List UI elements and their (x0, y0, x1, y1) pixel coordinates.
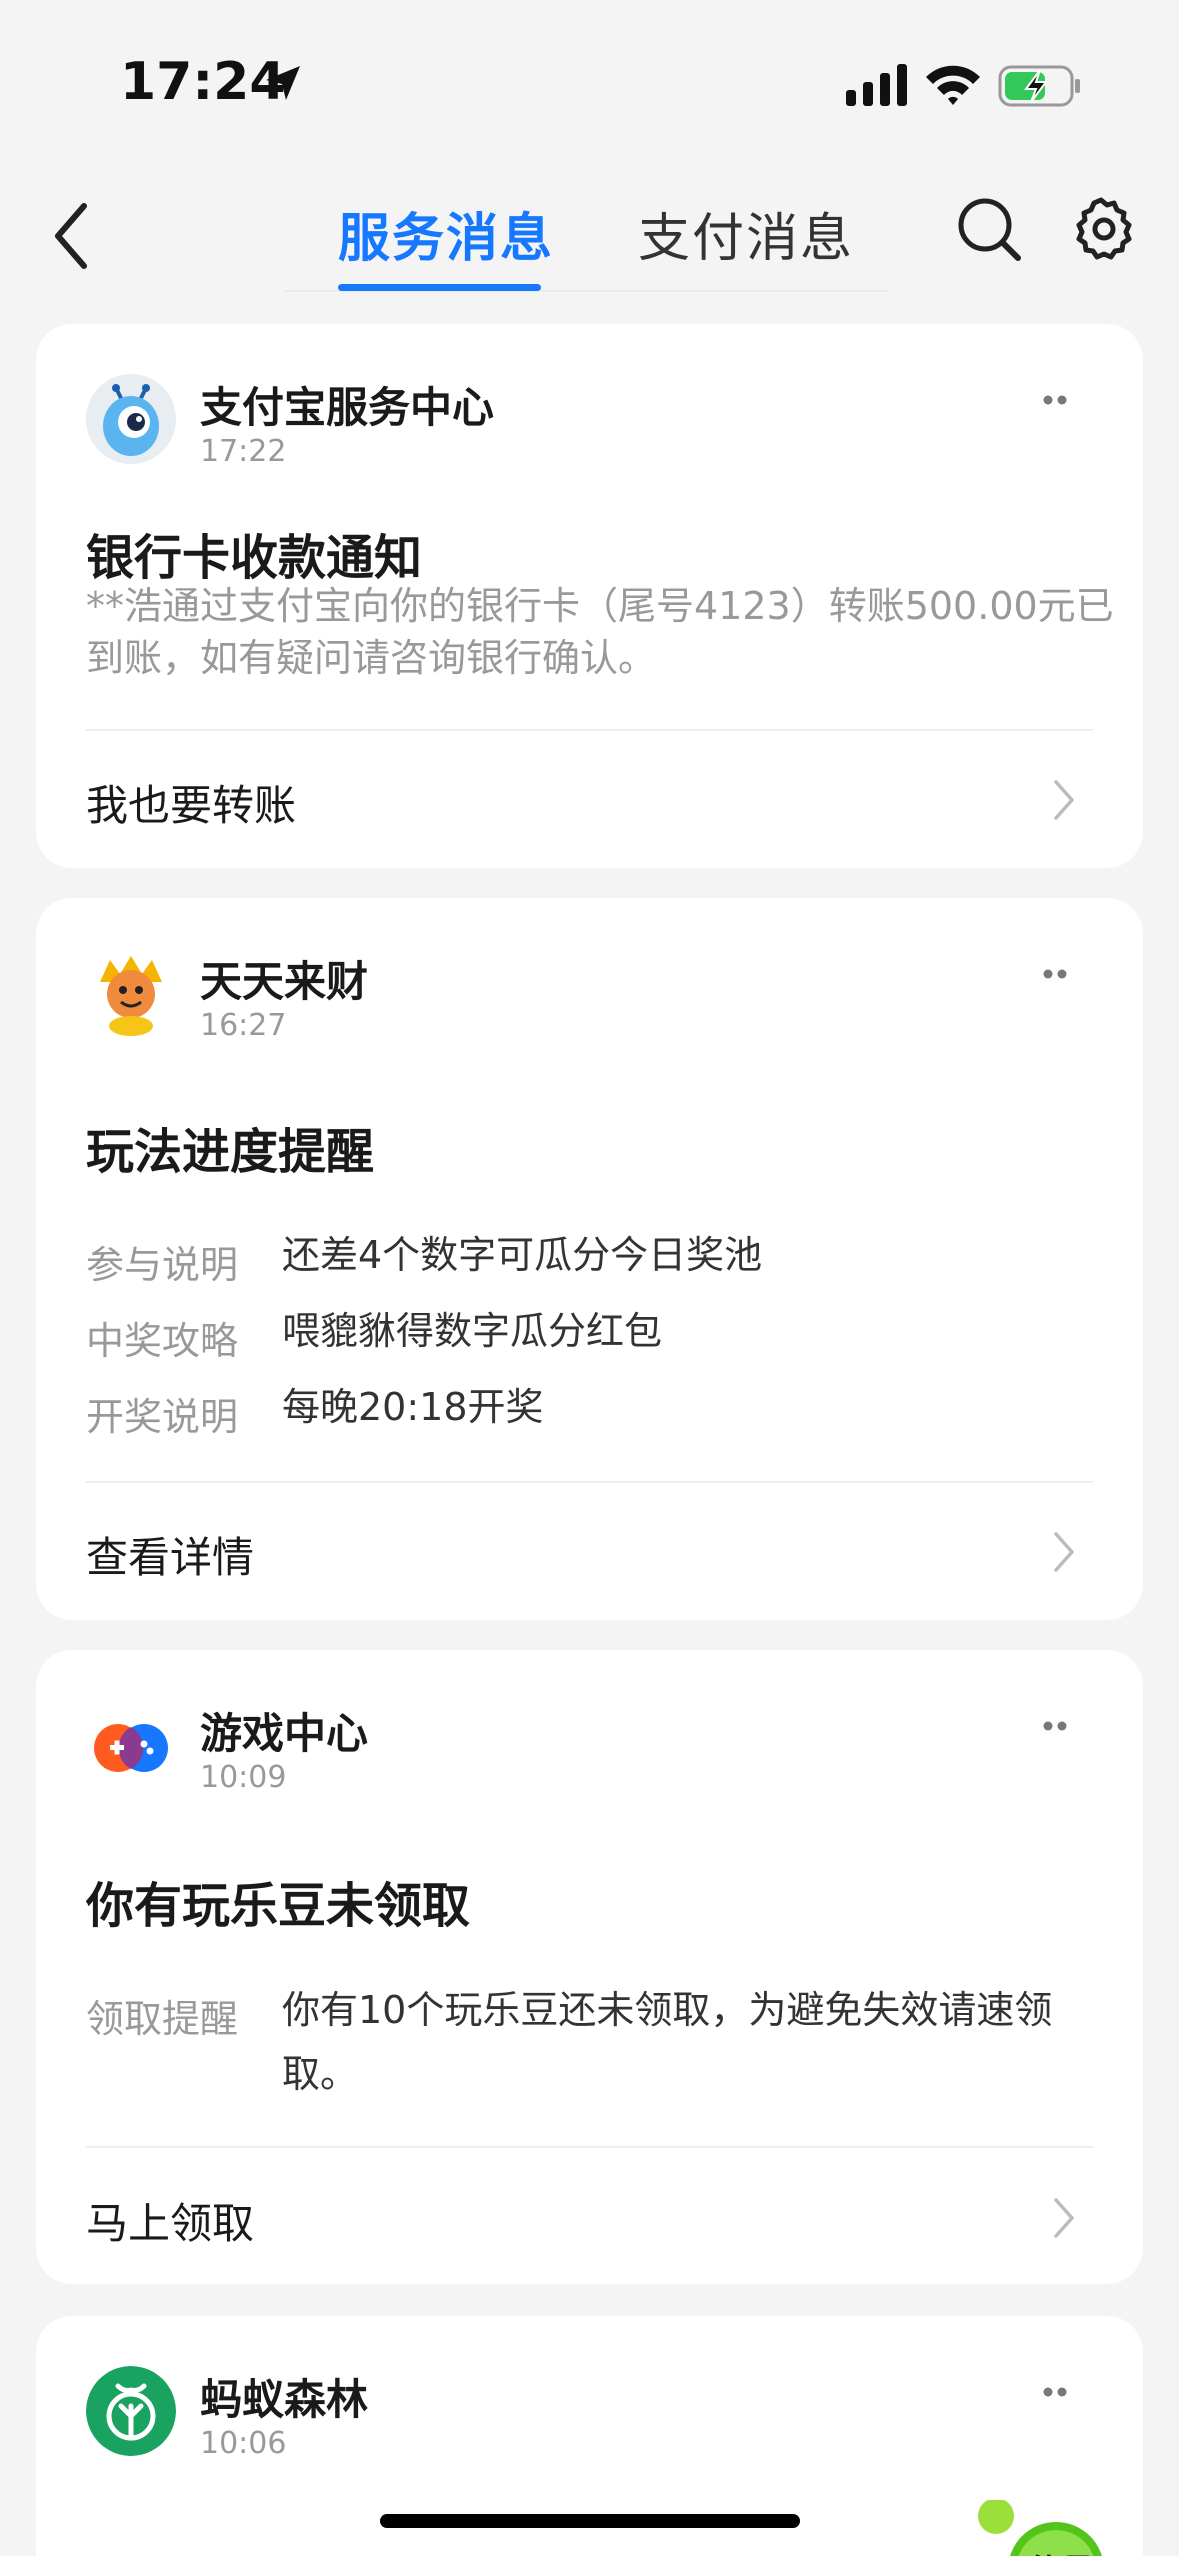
sender-name: 游戏中心 (200, 1709, 369, 1758)
detail-value: 喂貔貅得数字瓜分红包 (282, 1309, 663, 1353)
chevron-right-icon (1054, 1532, 1074, 1572)
message-body: **浩通过支付宝向你的银行卡（尾号4123）转账500.00元已到账，如有疑问请… (86, 584, 1114, 680)
message-card[interactable]: 支付宝服务中心 17:22 银行卡收款通知 **浩通过支付宝向你的银行卡（尾号4… (36, 324, 1143, 868)
tab-service-messages[interactable]: 服务消息 (338, 196, 554, 271)
avatar (86, 374, 176, 464)
energy-illustration: 能量 (906, 2500, 1143, 2556)
sender-name: 天天来财 (200, 957, 369, 1006)
avatar (86, 2366, 176, 2456)
more-icon[interactable] (1040, 968, 1070, 980)
screen: 17:24 服务消息 支付消息 支付宝服务中心 17:22 银行卡收款通知 **… (0, 0, 1179, 2556)
chevron-right-icon (1054, 780, 1074, 820)
message-time: 10:06 (200, 2426, 287, 2461)
message-time: 10:09 (200, 1760, 287, 1795)
divider (86, 729, 1093, 731)
avatar (86, 1700, 176, 1790)
home-indicator[interactable] (380, 2514, 800, 2528)
location-arrow-icon (266, 66, 300, 100)
avatar (86, 948, 176, 1038)
divider (86, 1481, 1093, 1483)
message-title: 银行卡收款通知 (86, 530, 423, 586)
message-card[interactable]: 游戏中心 10:09 你有玩乐豆未领取 领取提醒 你有10个玩乐豆还未领取，为避… (36, 1650, 1143, 2284)
detail-label: 开奖说明 (86, 1395, 239, 1439)
action-transfer-button[interactable]: 我也要转账 (86, 772, 296, 833)
gear-icon[interactable] (1066, 194, 1136, 264)
divider (86, 2146, 1093, 2148)
sender-name: 支付宝服务中心 (200, 383, 495, 432)
message-title: 玩法进度提醒 (86, 1124, 375, 1180)
status-time: 17:24 (120, 52, 286, 112)
more-icon[interactable] (1040, 2386, 1070, 2398)
detail-value: 还差4个数字可瓜分今日奖池 (282, 1233, 763, 1277)
more-icon[interactable] (1040, 1720, 1070, 1732)
more-icon[interactable] (1040, 394, 1070, 406)
message-card[interactable]: 天天来财 16:27 玩法进度提醒 参与说明 还差4个数字可瓜分今日奖池 中奖攻… (36, 898, 1143, 1620)
signal-icon (846, 64, 907, 106)
energy-badge: 能量 (1030, 2546, 1094, 2556)
detail-value: 你有10个玩乐豆还未领取，为避免失效请速领取。 (282, 1988, 1053, 2096)
active-tab-indicator (338, 284, 541, 291)
nav-bar: 服务消息 支付消息 (0, 160, 1179, 300)
action-claim-button[interactable]: 马上领取 (86, 2190, 254, 2251)
chevron-right-icon (1054, 2198, 1074, 2238)
message-title: 你有玩乐豆未领取 (86, 1878, 471, 1934)
message-time: 16:27 (200, 1008, 287, 1043)
wifi-icon (926, 65, 980, 105)
detail-label: 领取提醒 (86, 1997, 239, 2041)
detail-label: 中奖攻略 (86, 1319, 239, 1363)
message-time: 17:22 (200, 434, 287, 469)
battery-charging-icon (998, 65, 1080, 107)
search-icon[interactable] (954, 194, 1024, 264)
tab-payment-messages[interactable]: 支付消息 (638, 196, 854, 271)
detail-label: 参与说明 (86, 1243, 239, 1287)
back-icon[interactable] (44, 196, 104, 276)
action-view-details-button[interactable]: 查看详情 (86, 1524, 254, 1585)
detail-value: 每晚20:18开奖 (282, 1385, 544, 1429)
sender-name: 蚂蚁森林 (200, 2375, 369, 2424)
status-bar: 17:24 (0, 0, 1179, 150)
